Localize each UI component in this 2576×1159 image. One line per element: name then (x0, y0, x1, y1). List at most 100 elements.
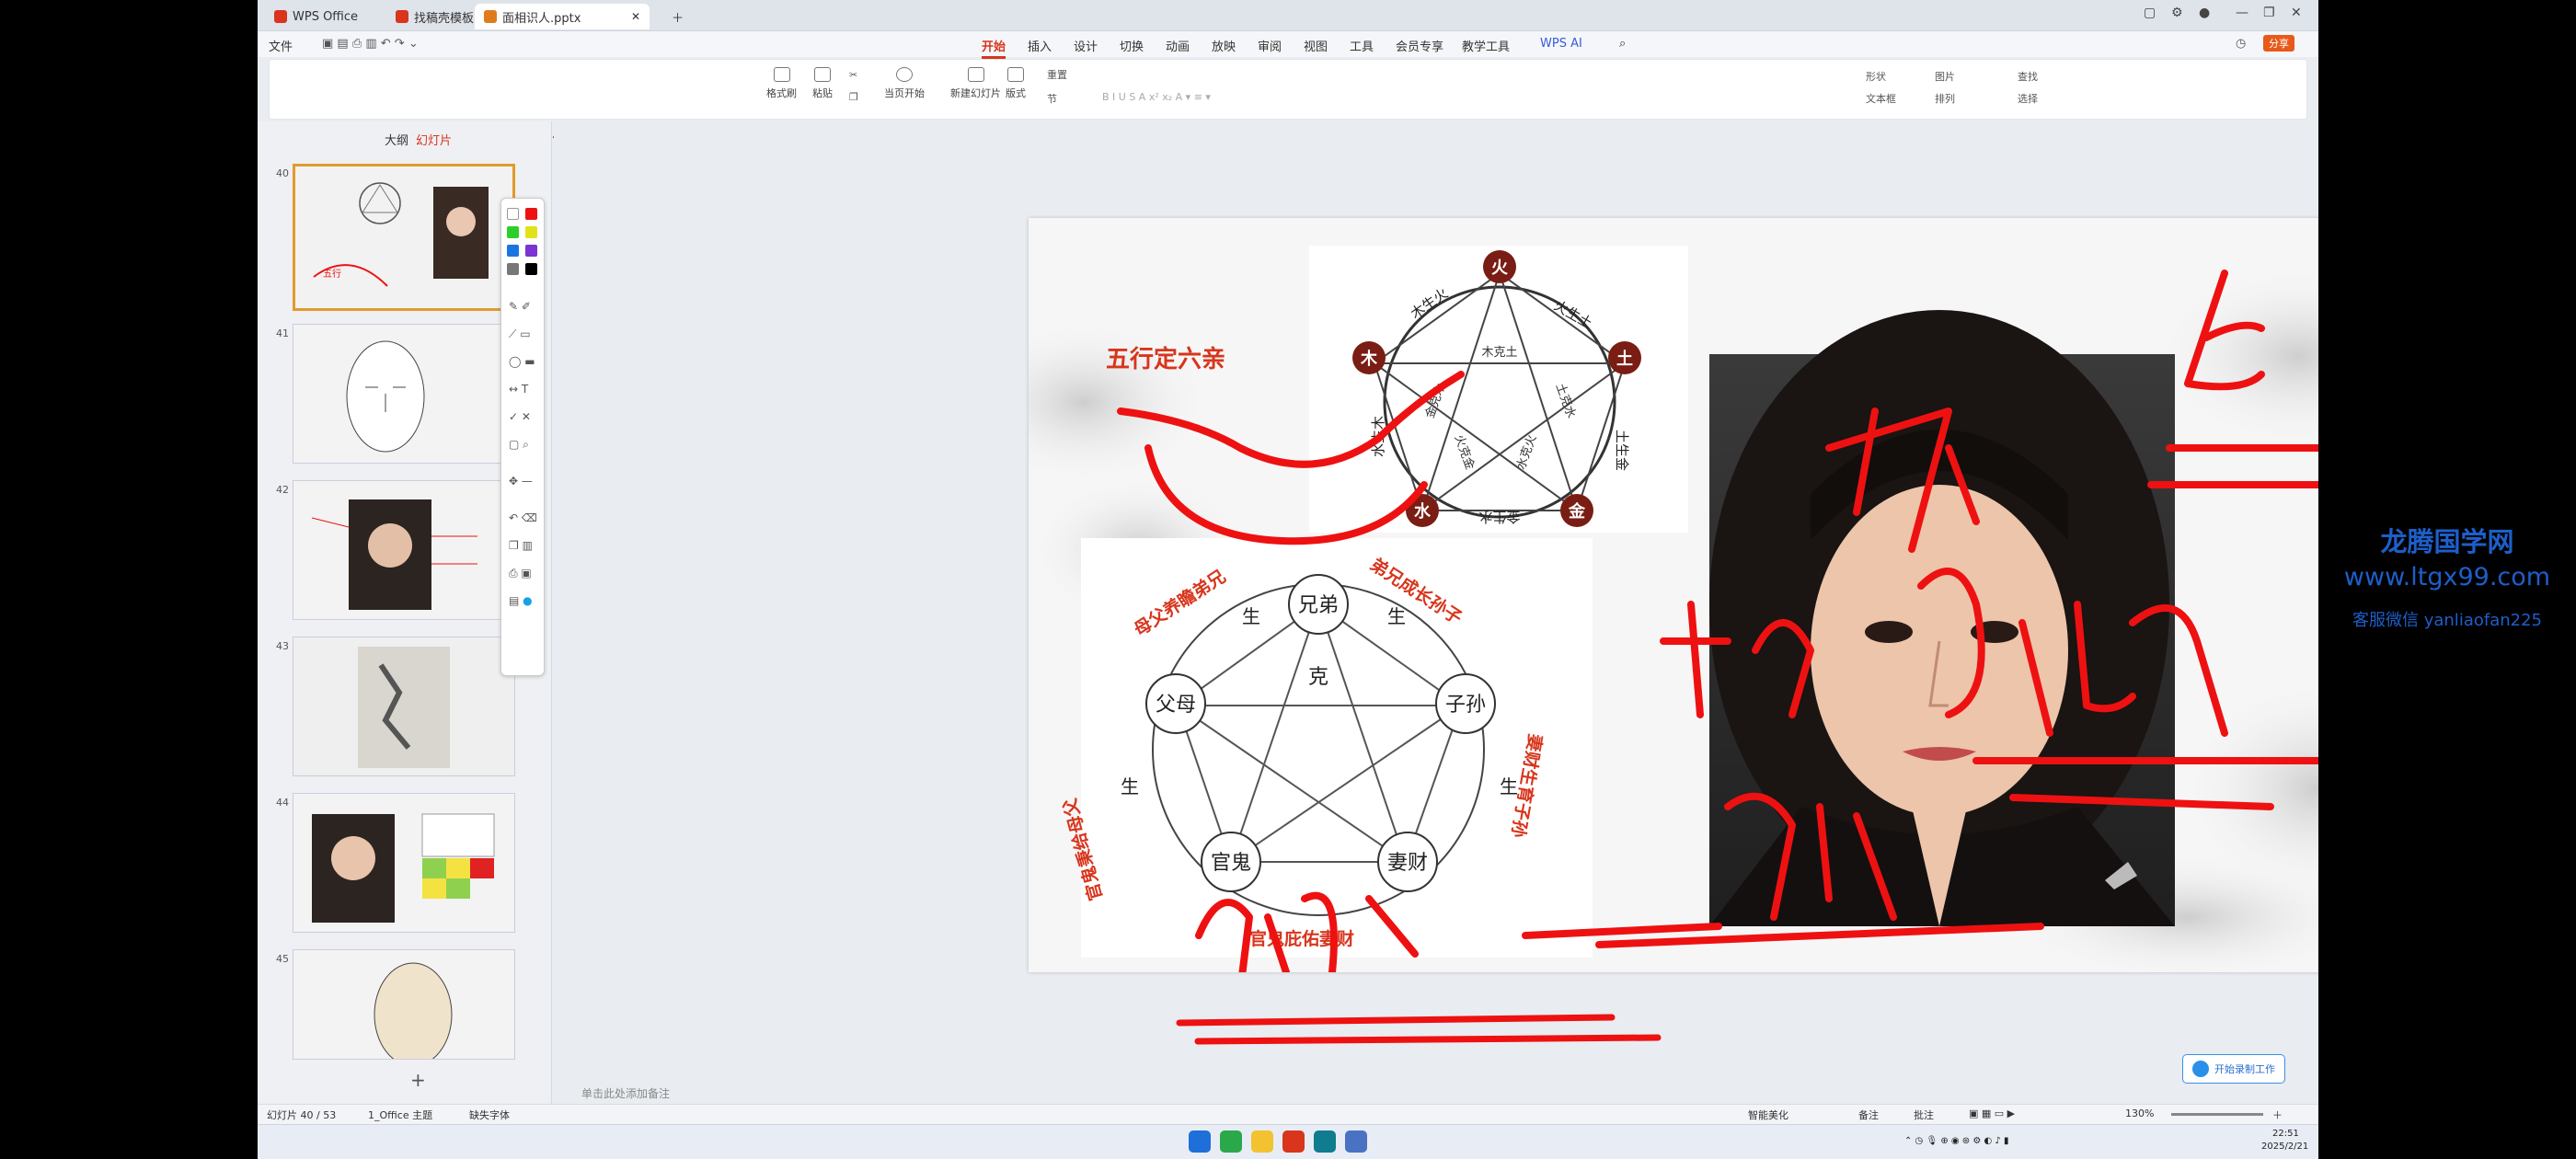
theme-name[interactable]: 1_Office 主题 (368, 1107, 432, 1122)
close-icon[interactable]: ✕ (631, 10, 640, 23)
find-button[interactable]: 查找 (2018, 69, 2038, 84)
wps-taskbar-icon[interactable] (1282, 1130, 1305, 1153)
textbox-button[interactable]: 文本框 (1866, 91, 1896, 106)
color-swatch-white[interactable] (507, 208, 519, 220)
play-from-current-button[interactable]: 当页开始 (884, 67, 925, 100)
slide-thumb-41[interactable] (293, 324, 515, 464)
menu-slideshow[interactable]: 放映 (1212, 37, 1236, 54)
slide[interactable]: 木克土 土克水 水克火 火克金 金克木 火生土 土生金 金生水 水生木 木生火 … (1029, 218, 2318, 972)
app-icon[interactable] (1314, 1130, 1336, 1153)
arrange-button[interactable]: 排列 (1935, 91, 1955, 106)
copy-icon[interactable]: ❐ (849, 91, 858, 103)
menu-animation[interactable]: 动画 (1166, 37, 1190, 54)
zoom-slider[interactable] (2171, 1113, 2263, 1116)
zoom-in-icon[interactable]: ＋ (2272, 1107, 2283, 1122)
window-icon[interactable]: ▢ (2144, 6, 2156, 20)
paste-button[interactable]: 粘贴 (812, 67, 833, 100)
notes-placeholder[interactable]: 单击此处添加备注 (581, 1085, 670, 1101)
ellipse-icon[interactable]: ◯ ▬ (509, 355, 535, 368)
comment-button[interactable]: 批注 (1914, 1107, 1934, 1122)
menu-design[interactable]: 设计 (1074, 37, 1098, 54)
menu-file[interactable]: 文件 (269, 37, 293, 54)
start-icon[interactable] (1189, 1130, 1211, 1153)
share-button[interactable]: 分享 (2263, 35, 2294, 52)
tab-bar: WPS Office 找稿壳模板 面相识人.pptx ✕ ＋ ▢ ⚙ ● — ❐… (258, 0, 2318, 31)
slide-thumb-45[interactable] (293, 949, 515, 1060)
slide-thumb-40[interactable]: 五行 退出 (293, 164, 515, 311)
pane-header: 大纲 幻灯片 ‹ (258, 121, 557, 158)
new-slide-button[interactable]: 新建幻灯片 (950, 67, 1001, 100)
copy-tool-icon[interactable]: ❐ ▥ (509, 539, 533, 552)
font-format-controls[interactable]: B I U S A x² x₂ A ▾ ≡ ▾ (1102, 91, 1211, 103)
layout-button[interactable]: 版式 (1006, 67, 1026, 100)
restore-icon[interactable]: ❐ (2263, 6, 2275, 20)
search-icon[interactable]: ⌕ (1619, 37, 1626, 51)
clock-icon[interactable]: ◷ (2236, 37, 2246, 51)
watermark-url: www.ltgx99.com (2343, 563, 2551, 591)
slide-thumb-42[interactable] (293, 480, 515, 620)
tab-label: 面相识人.pptx (502, 11, 581, 26)
new-tab-button[interactable]: ＋ (662, 4, 693, 29)
folder-icon[interactable] (1251, 1130, 1273, 1153)
menu-review[interactable]: 审阅 (1258, 37, 1282, 54)
menu-home[interactable]: 开始 (982, 37, 1006, 59)
color-swatch-red[interactable] (525, 208, 537, 220)
pen-icon[interactable]: ✎ ✐ (509, 300, 531, 313)
shape-button[interactable]: 形状 (1866, 69, 1886, 84)
app-icon[interactable] (1345, 1130, 1367, 1153)
zoom-level[interactable]: 130% (2125, 1107, 2154, 1119)
color-swatch-black[interactable] (525, 263, 537, 275)
slide-editing-canvas: 木克土 土克水 水克火 火克金 金克木 火生土 土生金 金生水 水生木 木生火 … (554, 121, 2318, 1100)
slide-number: 41 (276, 327, 289, 339)
section-button[interactable]: 节 (1047, 91, 1057, 106)
minimize-icon[interactable]: — (2236, 6, 2248, 20)
slide-thumb-42-art (293, 481, 514, 619)
color-swatch-yellow[interactable] (525, 226, 537, 238)
menu-tools[interactable]: 工具 (1350, 37, 1374, 54)
undo-icon[interactable]: ↶ ⌫ (509, 511, 537, 524)
tab-pptx[interactable]: 面相识人.pptx ✕ (475, 4, 650, 29)
smart-beautify-button[interactable]: 智能美化 (1748, 1107, 1788, 1122)
format-painter-button[interactable]: 格式刷 (766, 67, 797, 100)
tab-wps-office[interactable]: WPS Office (265, 4, 367, 29)
watermark-contact: 客服微信 yanliaofan225 (2352, 611, 2542, 630)
check-icon[interactable]: ✓ ✕ (509, 410, 531, 423)
menu-teaching[interactable]: 教学工具 (1462, 37, 1510, 54)
record-icon[interactable]: ▤ ● (509, 594, 533, 607)
color-swatch-gray[interactable] (507, 263, 519, 275)
tab-slides[interactable]: 幻灯片 (416, 131, 452, 148)
menu-insert[interactable]: 插入 (1028, 37, 1052, 54)
tab-template[interactable]: 找稿壳模板 (386, 4, 483, 29)
tab-outline[interactable]: 大纲 (385, 131, 408, 148)
tab-label: WPS Office (293, 9, 359, 24)
line-icon[interactable]: ⟋ ▭ (509, 327, 531, 341)
cut-icon[interactable]: ✂ (849, 69, 857, 81)
start-recording-button[interactable]: 开始录制工作 (2182, 1054, 2285, 1084)
picture-button[interactable]: 图片 (1935, 69, 1955, 84)
avatar[interactable]: ● (2199, 6, 2210, 20)
view-mode-icons[interactable]: ▣ ▦ ▭ ▶ (1969, 1107, 2015, 1119)
menu-member[interactable]: 会员专享 (1396, 37, 1443, 54)
arrow-icon[interactable]: ↔ T (509, 383, 528, 396)
notes-button[interactable]: 备注 (1858, 1107, 1879, 1122)
tray-icons[interactable]: ⌃ ◷ 🎙 ⊕ ◉ ⊛ ⚙ ◐ ♪ ▮ (1904, 1136, 2008, 1146)
select-icon[interactable]: ▢ ⌕ (509, 438, 529, 452)
app-icon[interactable] (1220, 1130, 1242, 1153)
slide-thumb-44[interactable] (293, 793, 515, 933)
menu-wps-ai[interactable]: WPS AI (1540, 37, 1582, 51)
menu-transition[interactable]: 切换 (1120, 37, 1144, 54)
close-window-icon[interactable]: ✕ (2291, 6, 2302, 20)
print-icon[interactable]: ⎙ ▣ (509, 567, 532, 580)
add-slide-button[interactable]: + (410, 1069, 426, 1091)
select-button[interactable]: 选择 (2018, 91, 2038, 106)
slide-thumb-43[interactable] (293, 637, 515, 776)
settings-icon[interactable]: ⚙ (2171, 6, 2183, 20)
missing-font[interactable]: 缺失字体 (469, 1107, 510, 1122)
color-swatch-blue[interactable] (507, 245, 519, 257)
quick-access-icons[interactable]: ▣ ▤ ⎙ ▥ ↶ ↷ ⌄ (322, 37, 419, 51)
reset-button[interactable]: 重置 (1047, 67, 1067, 82)
menu-view[interactable]: 视图 (1304, 37, 1328, 54)
move-icon[interactable]: ✥ — (509, 475, 533, 488)
color-swatch-green[interactable] (507, 226, 519, 238)
color-swatch-purple[interactable] (525, 245, 537, 257)
